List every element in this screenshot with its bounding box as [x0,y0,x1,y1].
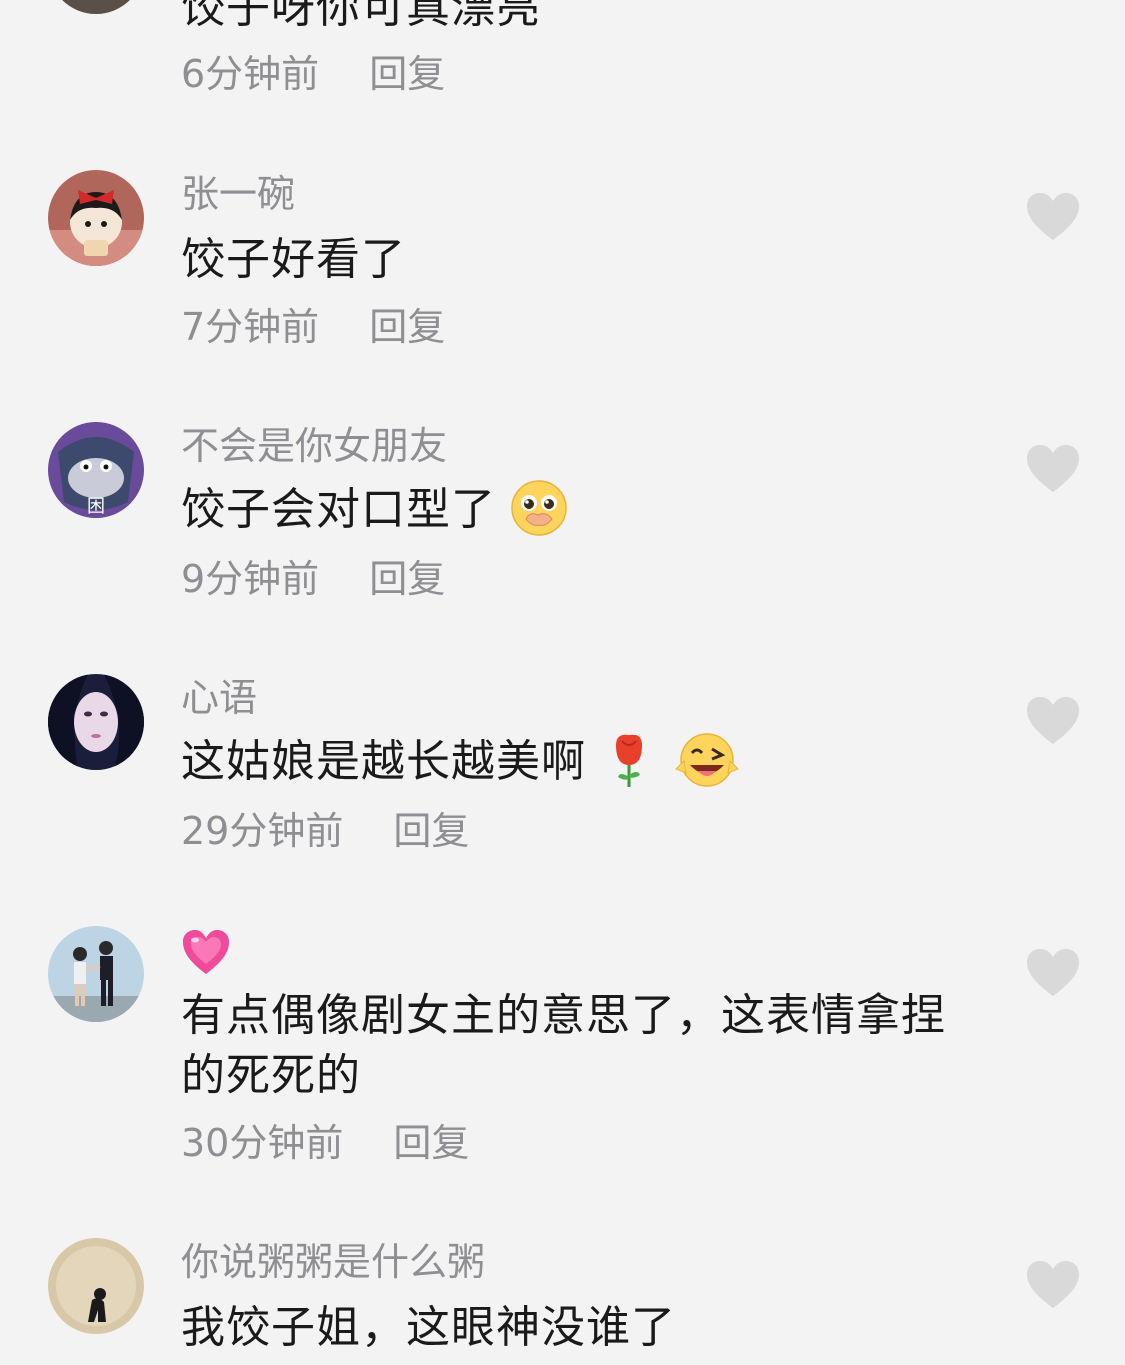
comment-time: 29分钟前 [181,809,344,853]
comment-meta: 30分钟前 回复 [181,1119,469,1167]
avatar[interactable] [48,170,144,266]
comment-meta: 7分钟前 回复 [181,303,445,351]
avatar[interactable] [48,1238,144,1334]
avatar[interactable]: 困 [48,422,144,518]
comment-time: 30分钟前 [181,1121,344,1165]
avatar-badge: 困 [87,496,105,517]
comment-time: 7分钟前 [181,305,320,349]
like-button[interactable] [1025,192,1081,242]
winking-tongue-face-icon [675,733,739,787]
comment-time: 6分钟前 [181,52,320,96]
heart-icon [1027,949,1079,996]
comment-text-line: 的死死的 [181,1050,361,1101]
comment-text-content: 饺子会对口型了 [181,484,496,535]
growing-heart-icon [183,930,229,974]
comment-time: 9分钟前 [181,557,320,601]
heart-icon [1027,1261,1079,1308]
like-button[interactable] [1025,1260,1081,1310]
comment-list: 饺子呀你可真漂亮 6分钟前 回复 张一碗 饺子好看了 7分钟前 回复 困 不会是… [0,0,1125,1365]
comment-meta: 6分钟前 回复 [181,50,445,98]
reply-button[interactable]: 回复 [369,305,445,349]
comment-text: 饺子呀你可真漂亮 [181,0,541,33]
comment-username[interactable]: 你说粥粥是什么粥 [181,1238,485,1286]
pleading-face-icon [511,480,567,536]
reply-button[interactable]: 回复 [369,557,445,601]
avatar[interactable] [48,0,144,14]
comment-username[interactable]: 不会是你女朋友 [181,422,447,470]
like-button[interactable] [1025,948,1081,998]
comment-meta: 29分钟前 回复 [181,807,469,855]
reply-button[interactable]: 回复 [393,1121,469,1165]
avatar[interactable] [48,674,144,770]
avatar[interactable] [48,926,144,1022]
comment-text: 这姑娘是越长越美啊 [181,732,971,793]
comment-text-content: 这姑娘是越长越美啊 [181,736,586,787]
comment-text: 有点偶像剧女主的意思了，这表情拿捏 的死死的 [181,986,971,1106]
heart-icon [1027,697,1079,744]
reply-button[interactable]: 回复 [369,52,445,96]
rose-icon [616,734,642,787]
comment-text: 饺子会对口型了 [181,480,971,541]
like-button[interactable] [1025,444,1081,494]
comment-meta: 9分钟前 回复 [181,555,445,603]
heart-icon [1027,193,1079,240]
reply-button[interactable]: 回复 [393,809,469,853]
like-button[interactable] [1025,696,1081,746]
comment-text: 我饺子姐，这眼神没谁了 [181,1302,676,1353]
heart-icon [1027,445,1079,492]
comment-text: 饺子好看了 [181,234,406,285]
comment-text-line: 有点偶像剧女主的意思了，这表情拿捏 [181,990,946,1041]
comment-username[interactable]: 张一碗 [181,170,295,218]
comment-username[interactable]: 心语 [181,674,257,722]
